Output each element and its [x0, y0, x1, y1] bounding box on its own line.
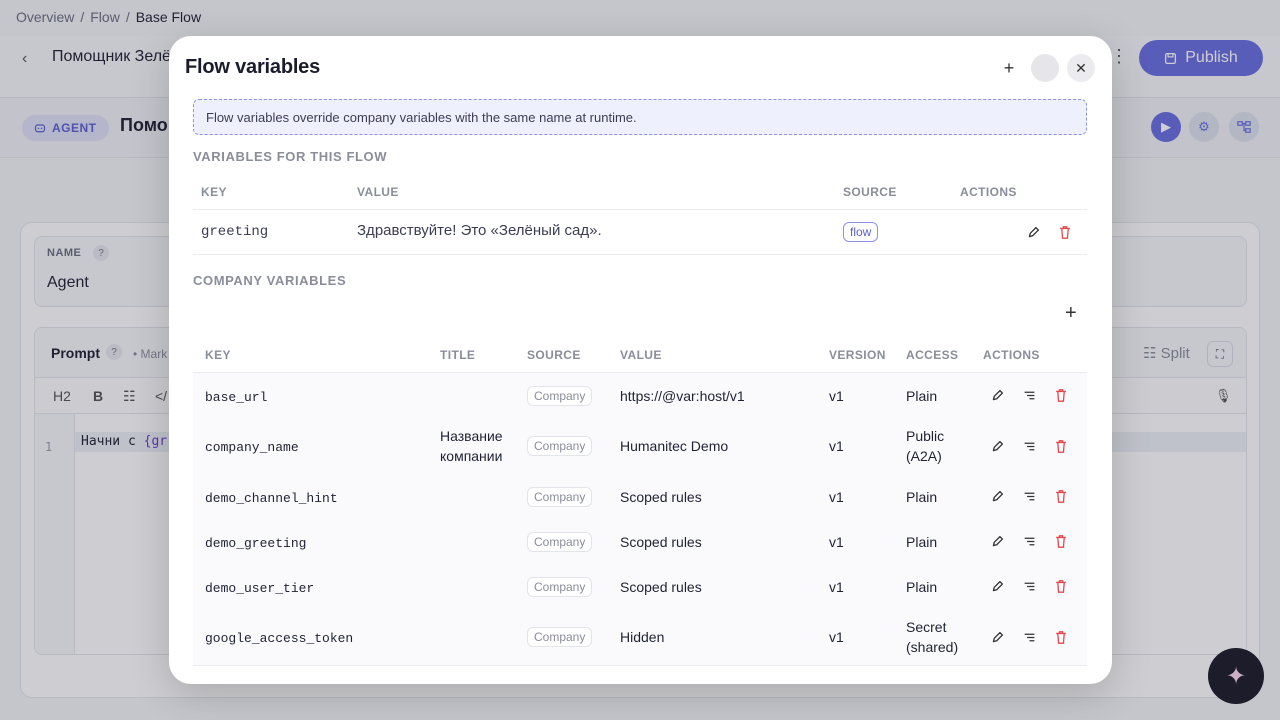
edit-icon[interactable] [989, 388, 1005, 404]
company-var-value: Humanitec Demo [620, 438, 729, 454]
company-var-version: v1 [829, 387, 844, 404]
rules-icon[interactable] [1021, 534, 1037, 550]
source-badge: Company [527, 486, 593, 507]
plus-icon[interactable]: + [1065, 302, 1077, 325]
divider [193, 254, 1087, 255]
column-header-version: VERSION [829, 348, 886, 362]
company-var-value: Scoped rules [620, 488, 702, 505]
rules-icon[interactable] [1021, 438, 1037, 454]
dialog-title: Flow variables [185, 56, 321, 78]
edit-icon[interactable] [989, 629, 1005, 645]
column-header-actions: ACTIONS [960, 185, 1017, 199]
column-header-source: SOURCE [527, 348, 581, 362]
trash-icon[interactable] [1053, 629, 1069, 645]
company-var-version: v1 [829, 578, 844, 595]
source-badge: Company [527, 627, 593, 647]
company-var-access: Plain [906, 387, 938, 404]
company-var-key: base_url [205, 389, 268, 405]
column-header-source: SOURCE [843, 185, 897, 199]
company-var-title: Название компании [440, 428, 503, 464]
company-var-value: Scoped rules [620, 578, 702, 595]
edit-icon[interactable] [989, 579, 1005, 595]
company-var-value: Scoped rules [620, 533, 702, 550]
company-var-access: Public (A2A) [906, 428, 945, 464]
company-var-access: Plain [906, 488, 938, 505]
flow-variables-dialog: Flow variables + ✕ Flow variables overri… [169, 36, 1112, 684]
company-var-access: Plain [906, 578, 938, 595]
company-var-value: https://@var:host/v1 [620, 387, 745, 404]
avatar[interactable] [1031, 54, 1059, 82]
trash-icon[interactable] [1053, 534, 1069, 550]
company-var-key: google_access_token [205, 631, 354, 646]
column-header-key: KEY [201, 185, 227, 199]
column-header-value: VALUE [620, 348, 662, 362]
edit-icon[interactable] [989, 438, 1005, 454]
column-header-key: KEY [205, 348, 231, 362]
source-badge: Company [527, 436, 593, 456]
company-var-key: demo_greeting [205, 535, 307, 551]
column-header-access: ACCESS [906, 348, 959, 362]
edit-icon[interactable] [1025, 224, 1041, 240]
source-badge: Company [527, 385, 593, 406]
rules-icon[interactable] [1021, 579, 1037, 595]
source-badge: flow [843, 222, 879, 242]
divider [193, 209, 1087, 210]
section-title-company: COMPANY VARIABLES [193, 273, 347, 288]
column-header-actions: ACTIONS [983, 348, 1040, 362]
rules-icon[interactable] [1021, 489, 1037, 505]
trash-icon[interactable] [1053, 388, 1069, 404]
column-header-title: TITLE [440, 348, 476, 362]
edit-icon[interactable] [989, 489, 1005, 505]
company-var-key: demo_user_tier [205, 580, 315, 596]
company-var-value: Hidden [620, 629, 665, 645]
divider [193, 665, 1087, 666]
trash-icon[interactable] [1057, 224, 1073, 240]
company-var-access: Plain [906, 533, 938, 550]
company-var-key: demo_channel_hint [205, 490, 338, 506]
company-var-version: v1 [829, 629, 844, 645]
trash-icon[interactable] [1053, 438, 1069, 454]
plus-icon[interactable]: + [995, 54, 1023, 82]
flow-var-key: greeting [201, 224, 269, 240]
source-badge: Company [527, 531, 593, 552]
info-banner: Flow variables override company variable… [193, 99, 1087, 135]
company-var-version: v1 [829, 488, 844, 505]
company-var-access: Secret (shared) [906, 619, 959, 655]
close-icon[interactable]: ✕ [1067, 54, 1095, 82]
trash-icon[interactable] [1053, 579, 1069, 595]
company-var-version: v1 [829, 438, 844, 454]
trash-icon[interactable] [1053, 489, 1069, 505]
rules-icon[interactable] [1021, 388, 1037, 404]
source-badge: Company [527, 576, 593, 597]
section-title-flow: VARIABLES FOR THIS FLOW [193, 149, 388, 164]
company-var-key: company_name [205, 440, 299, 455]
flow-var-value: Здравствуйте! Это «Зелёный сад». [357, 222, 602, 239]
rules-icon[interactable] [1021, 629, 1037, 645]
company-var-version: v1 [829, 533, 844, 550]
edit-icon[interactable] [989, 534, 1005, 550]
column-header-value: VALUE [357, 185, 399, 199]
